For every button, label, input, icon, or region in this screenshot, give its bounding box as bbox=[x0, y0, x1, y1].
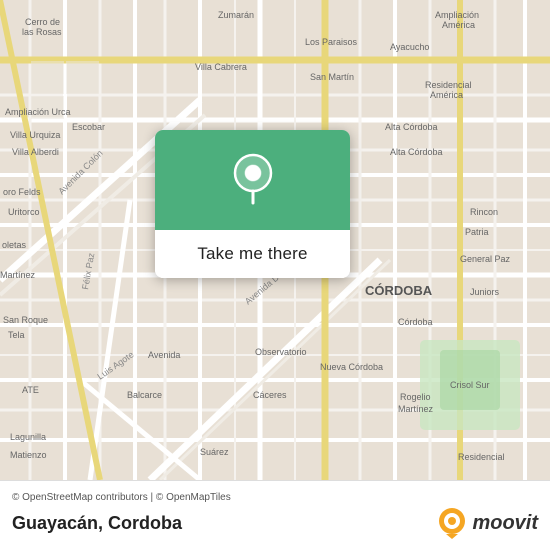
svg-text:Crisol Sur: Crisol Sur bbox=[450, 380, 490, 390]
svg-text:Residencial: Residencial bbox=[425, 80, 472, 90]
svg-text:Ampliación: Ampliación bbox=[435, 10, 479, 20]
svg-text:Cáceres: Cáceres bbox=[253, 390, 287, 400]
svg-text:América: América bbox=[430, 90, 463, 100]
svg-text:Matienzo: Matienzo bbox=[10, 450, 47, 460]
svg-text:Residencial: Residencial bbox=[458, 452, 505, 462]
svg-text:Córdoba: Córdoba bbox=[398, 317, 433, 327]
svg-text:Villa Urquiza: Villa Urquiza bbox=[10, 130, 60, 140]
svg-text:las Rosas: las Rosas bbox=[22, 27, 62, 37]
location-popup: Take me there bbox=[155, 130, 350, 278]
svg-text:Rogelio: Rogelio bbox=[400, 392, 431, 402]
svg-text:Escobar: Escobar bbox=[72, 122, 105, 132]
svg-text:Suárez: Suárez bbox=[200, 447, 229, 457]
svg-text:Balcarce: Balcarce bbox=[127, 390, 162, 400]
svg-text:Villa Alberdi: Villa Alberdi bbox=[12, 147, 59, 157]
popup-header bbox=[155, 130, 350, 230]
location-pin-icon bbox=[231, 153, 275, 207]
svg-text:San Martín: San Martín bbox=[310, 72, 354, 82]
svg-text:Alta Córdoba: Alta Córdoba bbox=[390, 147, 443, 157]
svg-text:Cerro de: Cerro de bbox=[25, 17, 60, 27]
svg-text:Ayacucho: Ayacucho bbox=[390, 42, 429, 52]
svg-text:CÓRDOBA: CÓRDOBA bbox=[365, 283, 433, 298]
svg-text:Observatorio: Observatorio bbox=[255, 347, 307, 357]
svg-text:Los Paraisos: Los Paraisos bbox=[305, 37, 358, 47]
moovit-logo: moovit bbox=[436, 507, 538, 539]
moovit-icon bbox=[436, 507, 468, 539]
svg-text:Uritorco: Uritorco bbox=[8, 207, 40, 217]
svg-text:Tela: Tela bbox=[8, 330, 25, 340]
svg-text:General Paz: General Paz bbox=[460, 254, 511, 264]
take-me-there-button[interactable]: Take me there bbox=[155, 230, 350, 278]
svg-text:Nueva Córdoba: Nueva Córdoba bbox=[320, 362, 383, 372]
map-area[interactable]: Cerro de las Rosas Zumarán Ampliación Am… bbox=[0, 0, 550, 480]
svg-text:Villa Cabrera: Villa Cabrera bbox=[195, 62, 247, 72]
svg-text:Zumarán: Zumarán bbox=[218, 10, 254, 20]
location-label: Guayacán, Cordoba bbox=[12, 513, 182, 534]
svg-text:Alta Córdoba: Alta Córdoba bbox=[385, 122, 438, 132]
svg-text:América: América bbox=[442, 20, 475, 30]
svg-text:Ampliación Urca: Ampliación Urca bbox=[5, 107, 71, 117]
svg-text:ATE: ATE bbox=[22, 385, 39, 395]
svg-text:Patria: Patria bbox=[465, 227, 489, 237]
bottom-info-bar: © OpenStreetMap contributors | © OpenMap… bbox=[0, 480, 550, 550]
svg-text:Martínez: Martínez bbox=[0, 270, 36, 280]
svg-text:Juniors: Juniors bbox=[470, 287, 500, 297]
svg-text:oletas: oletas bbox=[2, 240, 27, 250]
svg-text:oro Felds: oro Felds bbox=[3, 187, 41, 197]
svg-text:Martínez: Martínez bbox=[398, 404, 434, 414]
bottom-row: Guayacán, Cordoba moovit bbox=[12, 507, 538, 539]
svg-text:Avenida: Avenida bbox=[148, 350, 180, 360]
moovit-label: moovit bbox=[472, 512, 538, 535]
svg-text:Rincon: Rincon bbox=[470, 207, 498, 217]
svg-text:Lagunilla: Lagunilla bbox=[10, 432, 46, 442]
map-attribution: © OpenStreetMap contributors | © OpenMap… bbox=[12, 492, 538, 503]
svg-text:San Roque: San Roque bbox=[3, 315, 48, 325]
